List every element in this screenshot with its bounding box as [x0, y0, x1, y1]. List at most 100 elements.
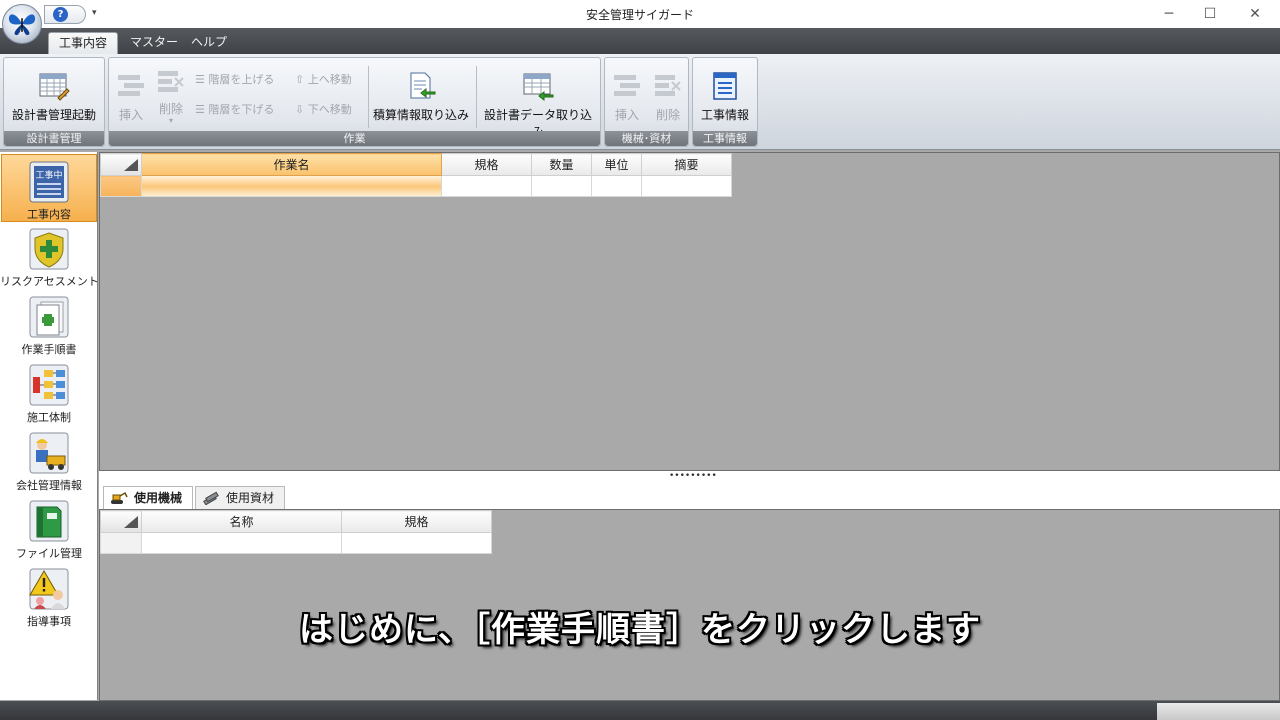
delete-label: 削除	[158, 102, 183, 116]
machine-insert-button[interactable]: 挿入	[607, 62, 647, 130]
column-header-spec[interactable]: 規格	[341, 510, 492, 533]
tab-master[interactable]: マスター	[120, 32, 188, 54]
machine-delete-button[interactable]: 削除	[648, 62, 688, 130]
butterfly-icon	[8, 14, 36, 36]
tab-help[interactable]: ヘルプ	[181, 32, 237, 54]
table-row[interactable]	[100, 175, 732, 197]
ribbon-separator	[368, 66, 369, 128]
tab-materials[interactable]: 使用資材	[195, 486, 286, 509]
delete-row-icon	[154, 66, 188, 98]
corner-triangle-icon	[124, 159, 138, 171]
app-menu-button[interactable]	[2, 4, 42, 44]
column-header-work-name[interactable]: 作業名	[141, 153, 442, 176]
construction-info-button[interactable]: 工事情報	[695, 62, 755, 130]
column-header-name[interactable]: 名称	[141, 510, 342, 533]
delete-button[interactable]: 削除 ▾	[153, 60, 189, 128]
estimate-import-button[interactable]: 積算情報取り込み	[371, 62, 471, 130]
design-data-import-button[interactable]: 設計書データ取り込み	[479, 62, 597, 139]
work-grid-pane: 作業名 規格 数量 単位 摘要	[99, 152, 1280, 471]
level-up-button[interactable]: ☰ 階層を上げる	[195, 70, 274, 90]
select-all-corner[interactable]	[100, 153, 142, 176]
material-grid: 名称 規格	[100, 510, 492, 554]
cell-spec[interactable]	[441, 175, 532, 197]
tab-machines-label: 使用機械	[134, 490, 183, 505]
nav-item-company-info[interactable]: 会社管理情報	[0, 426, 98, 494]
row-header[interactable]	[100, 532, 142, 554]
splitter-grip[interactable]: •••••••••	[669, 472, 717, 481]
insert-label: 挿入	[118, 108, 143, 122]
tab-machines[interactable]: 使用機械	[103, 486, 194, 509]
ribbon-group-info: 工事情報 工事情報	[692, 57, 758, 147]
select-all-corner[interactable]	[100, 510, 142, 533]
level-down-icon: ☰	[195, 103, 205, 116]
ribbon-group-work: 挿入 削除 ▾ ☰ 階層を上げる ☰ 階層を下げる ⇧ 上へ移動 ⇩ 下へ移動	[108, 57, 601, 147]
nav-item-label: 会社管理情報	[16, 479, 82, 492]
move-down-button[interactable]: ⇩ 下へ移動	[295, 100, 352, 120]
shield-plus-icon	[26, 226, 72, 272]
nav-item-file-management[interactable]: ファイル管理	[0, 494, 98, 562]
menu-tab-strip: 工事内容 マスター ヘルプ	[0, 28, 1280, 54]
ribbon-group-work-label: 作業	[109, 131, 600, 146]
ribbon: 設計書管理起動 設計書管理 挿入 削除 ▾ ☰ 階層を上げる ☰ 階層を下げる …	[0, 54, 1280, 150]
move-up-button[interactable]: ⇧ 上へ移動	[295, 70, 352, 90]
ribbon-separator	[476, 66, 477, 128]
procedure-documents-icon	[26, 294, 72, 340]
ribbon-group-machines: 挿入 削除 機械･資材	[604, 57, 689, 147]
work-grid: 作業名 規格 数量 単位 摘要	[100, 153, 732, 197]
tab-koji-naiyou[interactable]: 工事内容	[48, 32, 119, 54]
spreadsheet-pencil-icon	[37, 70, 71, 102]
ribbon-group-design-label: 設計書管理	[4, 131, 104, 146]
corner-triangle-icon	[124, 516, 138, 528]
excavator-icon	[111, 491, 128, 504]
up-arrow-icon: ⇧	[295, 73, 305, 86]
green-binder-icon	[26, 498, 72, 544]
maximize-button[interactable]: ☐	[1196, 4, 1224, 24]
nav-item-label: ファイル管理	[16, 547, 82, 560]
close-button[interactable]: ✕	[1241, 4, 1269, 24]
nav-item-label: 施工体制	[27, 411, 71, 424]
status-bar	[0, 701, 1280, 720]
minimize-button[interactable]: ─	[1155, 4, 1183, 24]
cell-remarks[interactable]	[641, 175, 732, 197]
machine-insert-label: 挿入	[614, 108, 639, 122]
cell-quantity[interactable]	[531, 175, 592, 197]
info-sheet-icon	[708, 70, 742, 102]
nav-item-work-procedure[interactable]: 作業手順書	[0, 290, 98, 358]
cell-spec[interactable]	[341, 532, 492, 554]
materials-icon	[203, 491, 219, 505]
cell-work-name[interactable]	[141, 175, 442, 197]
table-row[interactable]	[100, 532, 492, 554]
nav-item-construction-system[interactable]: 施工体制	[0, 358, 98, 426]
column-header-unit[interactable]: 単位	[591, 153, 642, 176]
row-header[interactable]	[100, 175, 142, 197]
title-bar: ? ▾ 安全管理サイガード ─ ☐ ✕	[0, 0, 1280, 28]
nav-item-koji-naiyou[interactable]: 工事中 工事内容	[1, 154, 97, 222]
move-up-label: 上へ移動	[307, 73, 352, 86]
cell-unit[interactable]	[591, 175, 642, 197]
koji-badge-text: 工事中	[35, 169, 62, 181]
bottom-tab-strip: 使用機械 使用資材	[99, 481, 1280, 509]
ribbon-group-machines-label: 機械･資材	[605, 131, 688, 146]
cell-name[interactable]	[141, 532, 342, 554]
insert-button[interactable]: 挿入	[111, 62, 151, 130]
estimate-import-label: 積算情報取り込み	[372, 108, 469, 122]
tutorial-caption: はじめに、［作業手順書］をクリックします	[299, 610, 981, 650]
nav-item-label: 作業手順書	[21, 343, 77, 356]
delete-dropdown-arrow[interactable]: ▾	[153, 117, 189, 125]
level-down-button[interactable]: ☰ 階層を下げる	[195, 100, 274, 120]
column-header-quantity[interactable]: 数量	[531, 153, 592, 176]
move-down-label: 下へ移動	[307, 103, 352, 116]
insert-row-icon	[610, 70, 644, 102]
column-header-remarks[interactable]: 摘要	[641, 153, 732, 176]
level-down-label: 階層を下げる	[208, 103, 275, 116]
nav-item-risk-assessment[interactable]: リスクアセスメント	[0, 222, 99, 290]
column-header-spec[interactable]: 規格	[441, 153, 532, 176]
machine-delete-label: 削除	[655, 108, 680, 122]
nav-item-label: リスクアセスメント	[0, 275, 99, 288]
org-chart-icon	[26, 362, 72, 408]
pane-splitter[interactable]: •••••••••	[99, 471, 1280, 481]
design-start-button[interactable]: 設計書管理起動	[6, 62, 102, 130]
tab-materials-label: 使用資材	[226, 490, 275, 505]
worker-truck-icon	[26, 430, 72, 476]
level-up-label: 階層を上げる	[208, 73, 275, 86]
